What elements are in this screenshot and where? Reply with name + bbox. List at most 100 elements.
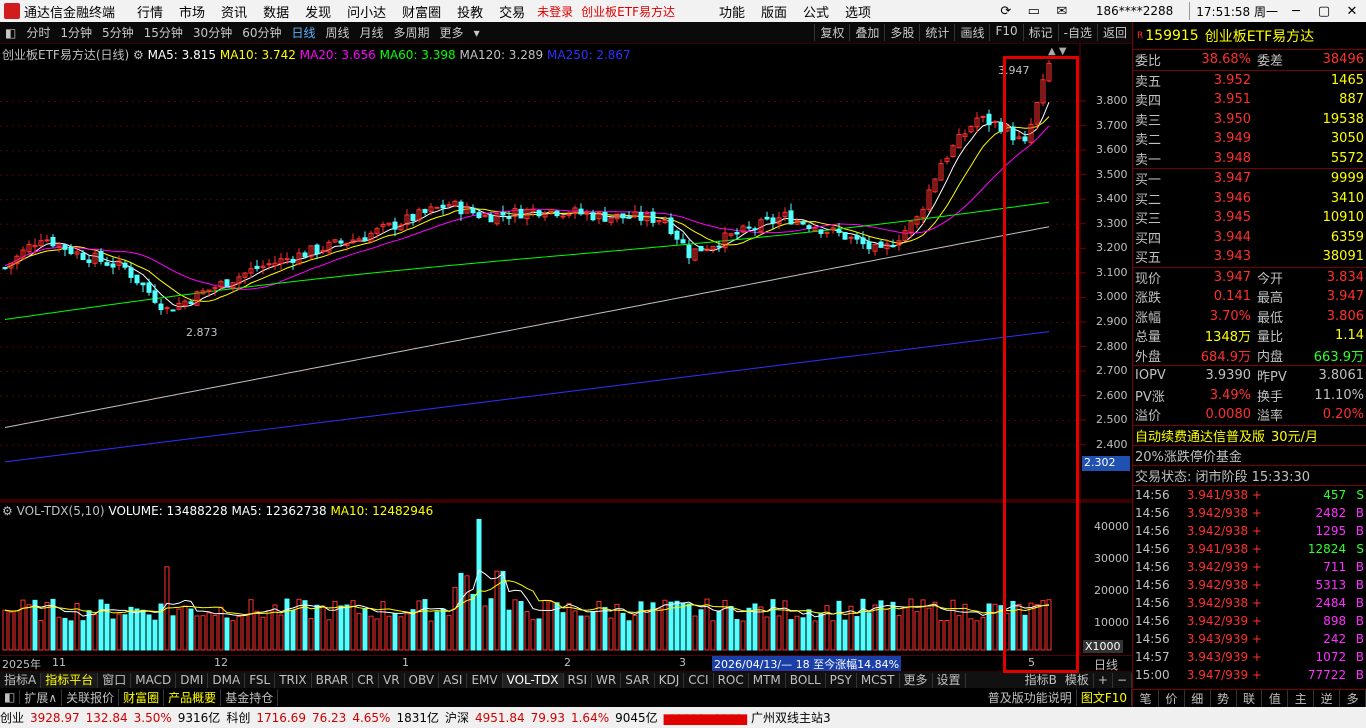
tab-window[interactable]: 窗口 — [98, 672, 132, 688]
tick-row[interactable]: 14:56 3.943/939 +242 B — [1133, 630, 1366, 648]
btn-back[interactable]: 返回 — [1096, 24, 1132, 41]
menu-layout[interactable]: 版面 — [761, 2, 787, 21]
volume-chart[interactable]: ⚙ VOL-TDX(5,10) VOLUME: 13488228 MA5: 12… — [0, 500, 1132, 656]
buy-level-2[interactable]: 买二 3.946 3410 — [1133, 189, 1366, 209]
menu-trade[interactable]: 交易 — [499, 2, 525, 21]
tab-asi[interactable]: ASI — [439, 672, 468, 688]
tick-row[interactable]: 14:57 3.943/939 +1072 B — [1133, 648, 1366, 666]
promo-banner[interactable]: 自动续费通达信普及版 30元/月 — [1133, 424, 1366, 445]
detail-tab[interactable]: 联 — [1237, 690, 1263, 707]
tab-related-quotes[interactable]: 关联报价 — [62, 688, 120, 706]
idx-cy-label[interactable]: 创业 — [0, 709, 24, 726]
tick-row[interactable]: 14:56 3.941/938 +12824 S — [1133, 540, 1366, 558]
minimize-button[interactable]: ─ — [1282, 4, 1310, 19]
tab-rsi[interactable]: RSI — [564, 672, 593, 688]
tab-mtm[interactable]: MTM — [749, 672, 786, 688]
period-1m[interactable]: 1分钟 — [55, 24, 97, 41]
refresh-icon[interactable]: ⟳ — [992, 4, 1020, 19]
tab-macd[interactable]: MACD — [131, 672, 177, 688]
buy-level-3[interactable]: 买三 3.945 10910 — [1133, 208, 1366, 228]
panel-toggle-icon[interactable]: ◧ — [0, 26, 21, 40]
remove-tab-button[interactable]: − — [1113, 672, 1132, 688]
menu-options[interactable]: 选项 — [845, 2, 871, 21]
btn-draw[interactable]: 画线 — [954, 24, 989, 41]
tab-roc[interactable]: ROC — [714, 672, 749, 688]
tab-product-summary[interactable]: 产品概要 — [164, 688, 222, 706]
btn-stats[interactable]: 统计 — [919, 24, 954, 41]
tick-row[interactable]: 15:00 3.947/939 +77722 B — [1133, 666, 1366, 684]
menu-hq[interactable]: 行情 — [137, 2, 163, 21]
period-more[interactable]: 更多 — [435, 24, 469, 41]
menu-discover[interactable]: 发现 — [305, 2, 331, 21]
detail-tab[interactable]: 细 — [1185, 690, 1211, 707]
tick-row[interactable]: 14:56 3.942/939 +711 B — [1133, 558, 1366, 576]
tab-template[interactable]: 模板 — [1061, 672, 1094, 688]
idx-hs-label[interactable]: 沪深 — [445, 709, 469, 726]
chevron-down-icon[interactable]: ▾ — [469, 26, 485, 40]
tick-row[interactable]: 14:56 3.941/938 +457 S — [1133, 486, 1366, 504]
sell-level-3[interactable]: 卖三 3.950 19538 — [1133, 110, 1366, 130]
detail-tab[interactable]: 值 — [1262, 690, 1289, 707]
menu-data[interactable]: 数据 — [263, 2, 289, 21]
period-day[interactable]: 日线 — [286, 24, 320, 41]
tab-emv[interactable]: EMV — [467, 672, 503, 688]
period-tick[interactable]: 分时 — [21, 24, 55, 41]
menu-formula[interactable]: 公式 — [803, 2, 829, 21]
period-60m[interactable]: 60分钟 — [237, 24, 286, 41]
tab-version-info[interactable]: 普及版功能说明 — [984, 688, 1077, 706]
close-button[interactable]: ✕ — [1338, 4, 1366, 19]
menu-edu[interactable]: 投教 — [457, 2, 483, 21]
detail-tab[interactable]: 多 — [1340, 690, 1366, 707]
account[interactable]: 186****2288 — [1096, 4, 1173, 18]
tab-expand[interactable]: 扩展∧ — [20, 688, 63, 706]
tab-fund-holdings[interactable]: 基金持仓 — [221, 688, 279, 706]
period-30m[interactable]: 30分钟 — [188, 24, 237, 41]
detail-tab[interactable]: 主 — [1288, 690, 1315, 707]
kline-chart[interactable]: 创业板ETF易方达(日线) ⚙ MA5: 3.815 MA10: 3.742 M… — [0, 44, 1132, 504]
detail-tab[interactable]: 价 — [1159, 690, 1185, 707]
sell-level-4[interactable]: 卖二 3.949 3050 — [1133, 129, 1366, 149]
tab-vol-tdx[interactable]: VOL-TDX — [502, 672, 564, 688]
tab-kdj[interactable]: KDJ — [655, 672, 685, 688]
sell-level-1[interactable]: 卖五 3.952 1465 — [1133, 71, 1366, 91]
tick-row[interactable]: 14:56 3.942/938 +5313 B — [1133, 576, 1366, 594]
btn-f10[interactable]: F10 — [989, 24, 1022, 41]
menu-ask[interactable]: 问小达 — [347, 2, 386, 21]
sell-level-5[interactable]: 卖一 3.948 5572 — [1133, 149, 1366, 169]
detail-tab[interactable]: 逆 — [1314, 690, 1341, 707]
tab-wealth-circle[interactable]: 财富圈 — [119, 688, 165, 706]
tab-more[interactable]: 更多 — [900, 672, 933, 688]
tab-f10-graphic[interactable]: 图文F10 — [1077, 688, 1132, 706]
detail-tab[interactable]: 笔 — [1133, 690, 1159, 707]
period-multi[interactable]: 多周期 — [389, 24, 435, 41]
tab-wr[interactable]: WR — [592, 672, 622, 688]
tab-fsl[interactable]: FSL — [245, 672, 276, 688]
tab-dma[interactable]: DMA — [208, 672, 246, 688]
btn-mark[interactable]: 标记 — [1022, 24, 1058, 41]
btn-multi-stock[interactable]: 多股 — [884, 24, 919, 41]
tab-mcst[interactable]: MCST — [857, 672, 900, 688]
btn-watchlist[interactable]: -自选 — [1057, 24, 1097, 41]
sell-level-2[interactable]: 卖四 3.951 887 — [1133, 90, 1366, 110]
tab-indicator-a[interactable]: 指标A — [0, 672, 42, 688]
btn-restore-rights[interactable]: 复权 — [814, 24, 849, 41]
tab-settings[interactable]: 设置 — [933, 672, 966, 688]
menu-market[interactable]: 市场 — [179, 2, 205, 21]
tick-row[interactable]: 14:56 3.942/939 +898 B — [1133, 612, 1366, 630]
detail-tab[interactable]: 势 — [1211, 690, 1237, 707]
tab-dmi[interactable]: DMI — [176, 672, 209, 688]
tab-sar[interactable]: SAR — [621, 672, 655, 688]
buy-level-1[interactable]: 买一 3.947 9999 — [1133, 169, 1366, 189]
buy-level-5[interactable]: 买五 3.943 38091 — [1133, 247, 1366, 267]
tab-indicator-b[interactable]: 指标B — [1021, 673, 1061, 688]
login-status[interactable]: 未登录 — [537, 3, 573, 20]
tab-cci[interactable]: CCI — [684, 672, 714, 688]
period-15m[interactable]: 15分钟 — [139, 24, 188, 41]
tab-indicator-platform[interactable]: 指标平台 — [41, 672, 99, 688]
tick-row[interactable]: 14:56 3.942/938 +2484 B — [1133, 594, 1366, 612]
period-week[interactable]: 周线 — [321, 24, 355, 41]
period-month[interactable]: 月线 — [355, 24, 389, 41]
server-name[interactable]: 广州双线主站3 — [751, 709, 831, 726]
tick-row[interactable]: 14:56 3.942/938 +2482 B — [1133, 504, 1366, 522]
buy-level-4[interactable]: 买四 3.944 6359 — [1133, 228, 1366, 248]
